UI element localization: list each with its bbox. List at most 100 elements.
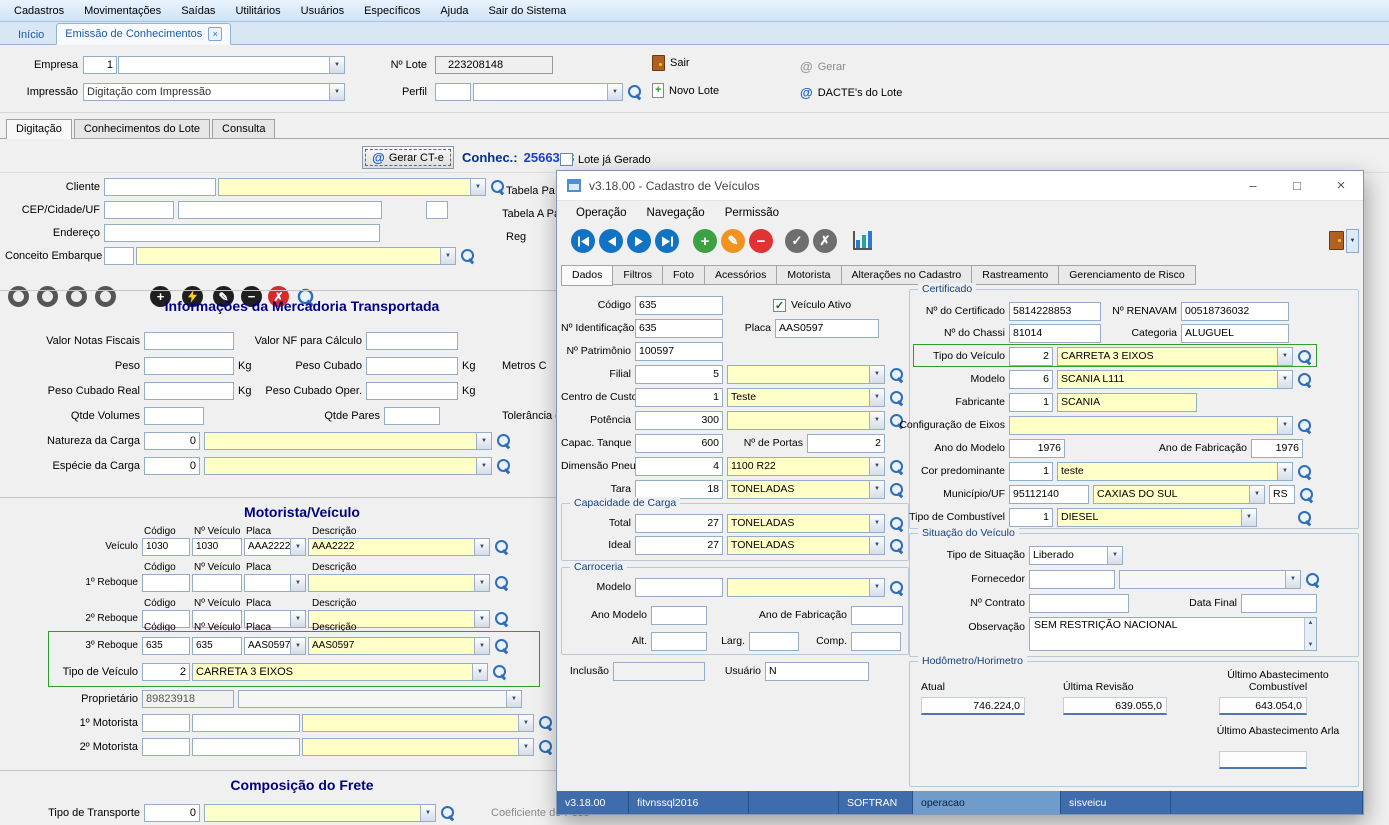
largura-input[interactable] [749,632,799,651]
cidade-input[interactable] [178,201,382,219]
nav-last-icon[interactable] [655,229,679,253]
motorista2-code-input[interactable] [142,738,190,756]
natureza-carga-code-input[interactable]: 0 [144,432,200,450]
peso-cubado-real-input[interactable] [144,382,234,400]
menu-item-operacao[interactable]: Operação [567,204,636,222]
lote-gerado-checkbox[interactable] [560,153,573,166]
chevron-down-icon[interactable] [1107,547,1122,564]
nav-first-icon[interactable] [571,229,595,253]
combustivel-search-icon[interactable] [1297,510,1312,525]
veiculo-search-icon[interactable] [494,539,509,554]
configuracao-eixos-combo[interactable] [1009,416,1293,435]
natureza-carga-combo[interactable] [204,432,492,450]
chevron-down-icon[interactable] [476,433,491,449]
codigo-input[interactable]: 635 [635,296,723,315]
tipo-transporte-code-input[interactable]: 0 [144,804,200,822]
chevron-down-icon[interactable] [1249,486,1264,503]
especie-carga-code-input[interactable]: 0 [144,457,200,475]
certificado-input[interactable]: 5814228853 [1009,302,1101,321]
reboque1-nveiculo-input[interactable] [192,574,242,592]
gerar-cte-button[interactable]: @ Gerar CT-e [362,146,454,169]
capac-tanque-input[interactable]: 600 [635,434,723,453]
cor-search-icon[interactable] [1297,464,1312,479]
chevron-down-icon[interactable] [1241,509,1256,526]
fornecedor-code-input[interactable] [1029,570,1115,589]
tab-close-icon[interactable]: × [208,27,222,41]
menu-item-usuarios[interactable]: Usuários [291,2,354,20]
motorista2-search-icon[interactable] [538,739,553,754]
menu-item-cadastros[interactable]: Cadastros [4,2,74,20]
chevron-down-icon[interactable] [1277,348,1292,365]
modal-title-bar[interactable]: v3.18.00 - Cadastro de Veículos – □ × [557,171,1363,201]
nav-next-icon[interactable] [627,229,651,253]
peso-cubado-input[interactable] [366,357,458,375]
filial-code-input[interactable]: 5 [635,365,723,384]
peso-cubado-oper-input[interactable] [366,382,458,400]
combustivel-code-input[interactable]: 1 [1009,508,1053,527]
cor-code-input[interactable]: 1 [1009,462,1053,481]
scroll-up-icon[interactable]: ▲ [1308,620,1314,626]
patrimonio-input[interactable]: 100597 [635,342,723,361]
motorista1-combo[interactable] [302,714,534,732]
cliente-search-icon[interactable] [490,179,505,194]
tipo-transporte-combo[interactable] [204,804,436,822]
reboque3-codigo-input[interactable]: 635 [142,637,190,655]
impressao-combo[interactable]: Digitação com Impressão [83,83,345,101]
chevron-down-icon[interactable] [869,579,884,596]
cliente-combo[interactable] [218,178,486,196]
tab-filtros[interactable]: Filtros [613,265,663,285]
comprimento-input[interactable] [851,632,901,651]
chevron-down-icon[interactable] [329,84,344,100]
conceito-combo[interactable] [136,247,456,265]
delete-record-icon[interactable]: − [749,229,773,253]
conceito-code-input[interactable] [104,247,134,265]
especie-search-icon[interactable] [496,458,511,473]
ano-modelo-input[interactable] [651,606,707,625]
veiculo-ativo-checkbox[interactable] [773,299,786,312]
combustivel-combo[interactable]: DIESEL [1057,508,1257,527]
chevron-down-icon[interactable] [470,179,485,195]
menu-item-saidas[interactable]: Saídas [171,2,225,20]
veiculo-descricao-combo[interactable]: AAA2222 [308,538,490,556]
chevron-down-icon[interactable] [440,248,455,264]
tab-alteracoes-cadastro[interactable]: Alterações no Cadastro [842,265,973,285]
valor-notas-fiscais-input[interactable] [144,332,234,350]
cep-input[interactable] [104,201,174,219]
close-icon[interactable]: × [1319,171,1363,200]
motorista2-doc-input[interactable] [192,738,300,756]
edit-record-icon[interactable]: ✎ [721,229,745,253]
chevron-down-icon[interactable] [474,638,489,654]
chevron-down-icon[interactable] [329,57,344,73]
sair-button[interactable]: Sair [670,57,690,69]
chevron-down-icon[interactable] [869,537,884,554]
tara-input[interactable]: 18 [635,480,723,499]
reboque1-codigo-input[interactable] [142,574,190,592]
chevron-down-icon[interactable] [476,458,491,474]
reboque3-placa-combo[interactable]: AAS0597 [244,637,306,655]
gerar-button[interactable]: Gerar [818,61,846,73]
cancel-icon[interactable]: ✗ [813,229,837,253]
placa-input[interactable]: AAS0597 [775,319,879,338]
centro-custo-code-input[interactable]: 1 [635,388,723,407]
identificacao-input[interactable]: 635 [635,319,723,338]
chevron-down-icon[interactable] [474,539,489,555]
subtab-conhecimentos-lote[interactable]: Conhecimentos do Lote [74,119,210,138]
ideal-um-combo[interactable]: TONELADAS [727,536,885,555]
configuracao-eixos-search-icon[interactable] [1297,418,1312,433]
maximize-icon[interactable]: □ [1275,171,1319,200]
chevron-down-icon[interactable] [506,691,521,707]
subtab-consulta[interactable]: Consulta [212,119,275,138]
scrollbar[interactable]: ▲▼ [1304,618,1316,650]
tab-emissao-conhecimentos[interactable]: Emissão de Conhecimentos × [56,23,231,45]
data-final-input[interactable] [1241,594,1317,613]
centro-custo-combo[interactable]: Teste [727,388,885,407]
tipo-veiculo-combo[interactable]: CARRETA 3 EIXOS [1057,347,1293,366]
peso-input[interactable] [144,357,234,375]
nav-prev-icon[interactable] [599,229,623,253]
conceito-search-icon[interactable] [460,248,475,263]
reboque2-search-icon[interactable] [494,611,509,626]
tipo-veiculo-code-input[interactable]: 2 [1009,347,1053,366]
reboque1-search-icon[interactable] [494,575,509,590]
categoria-input[interactable]: ALUGUEL [1181,324,1289,343]
total-input[interactable]: 27 [635,514,723,533]
